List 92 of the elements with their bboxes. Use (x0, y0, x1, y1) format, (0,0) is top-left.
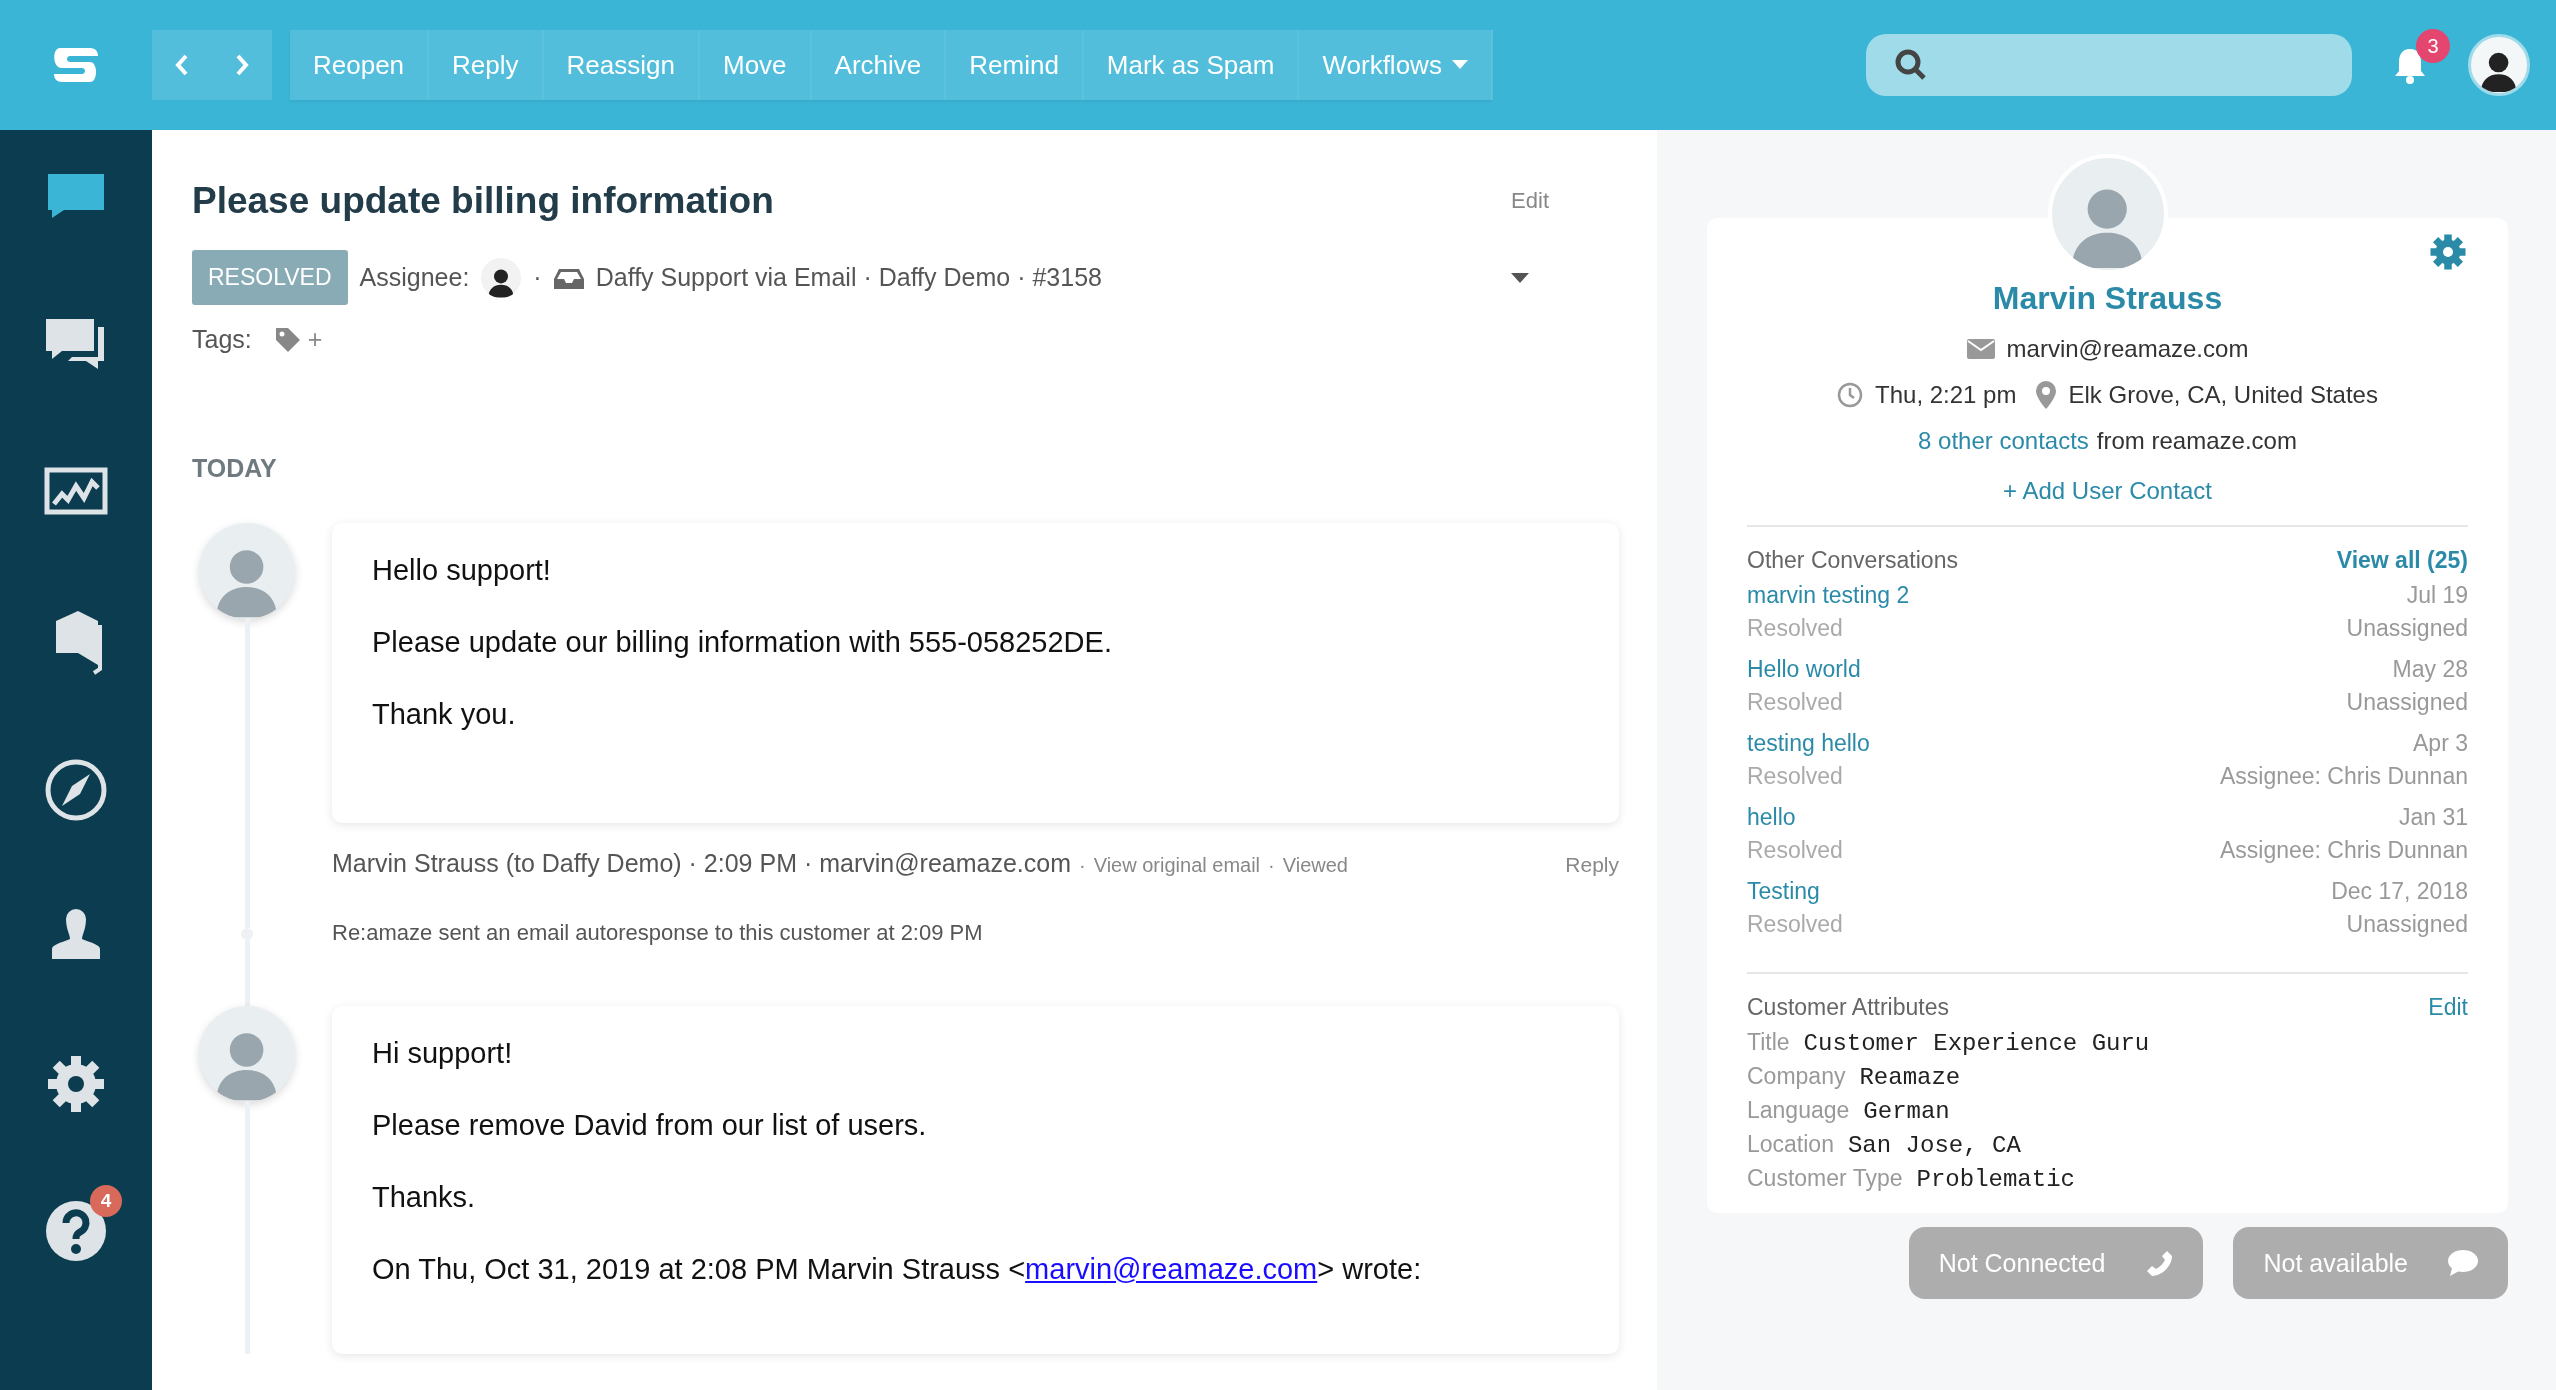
attribute-value: Problematic (1916, 1166, 2075, 1193)
message-text: Thanks. (372, 1180, 477, 1214)
caret-icon[interactable] (1511, 272, 1529, 283)
toolbar-button[interactable]: Mark as Spam (1083, 30, 1300, 100)
conversation-status: Resolved (1747, 615, 1844, 642)
conversation-assignee: Unassigned (2346, 689, 2468, 716)
message-text: Please remove David from our list of users. (372, 1108, 928, 1142)
toolbar-button[interactable]: Archive (811, 30, 947, 100)
workflows-dropdown[interactable]: Workflows (1299, 30, 1493, 100)
attribute-label: Language (1747, 1097, 1850, 1124)
call-status-button[interactable]: Not Connected (1908, 1227, 2204, 1299)
inbox-icon (553, 266, 584, 289)
message-text: Hi support! (372, 1036, 514, 1070)
phone-icon (2145, 1249, 2174, 1277)
conversation-link[interactable]: testing hello (1747, 730, 2220, 757)
edit-link[interactable]: Edit (2428, 994, 2468, 1021)
conversation-title: Please update billing information (192, 180, 774, 222)
conversation-status: Resolved (1747, 911, 1844, 938)
channel-info: Daffy Support via Email · Daffy Demo · #3158 (595, 263, 1102, 292)
clock-icon (1837, 382, 1864, 408)
separator-dot: · (1079, 854, 1086, 877)
customer-email: marvin@reamaze.com (2006, 335, 2249, 363)
conversation-status: Resolved (1747, 689, 1844, 716)
compass-icon-button[interactable] (44, 758, 108, 822)
search-icon (1894, 48, 1928, 82)
quote-line: On Thu, Oct 31, 2019 at 2:08 PM Marvin Strauss <marvin@reamaze.com> wrote: (372, 1252, 1423, 1286)
toolbar-button[interactable]: Remind (946, 30, 1084, 100)
conversation-assignee: Assignee: Chris Dunnan (2219, 763, 2468, 790)
conversation-assignee: Assignee: Chris Dunnan (2219, 837, 2468, 864)
attribute-label: Location (1747, 1131, 1834, 1158)
separator-dot: · (533, 263, 542, 292)
separator-dot: · (1268, 854, 1275, 877)
autoresponse-note: Re:amaze sent an email autoresponse to this customer at 2:09 PM (332, 919, 984, 947)
message-text: Hello support! (372, 553, 552, 587)
search-field[interactable] (1866, 34, 2352, 96)
reply-link[interactable]: Reply (1565, 853, 1619, 877)
conversation-link[interactable]: hello (1747, 804, 2220, 831)
conversation-assignee: Unassigned (2345, 911, 2468, 938)
settings-icon[interactable] (2428, 232, 2468, 272)
attribute-label: Title (1747, 1029, 1790, 1056)
edit-link[interactable]: Edit (1511, 188, 1549, 214)
local-time: Thu, 2:21 pm (1875, 381, 2017, 409)
status-badge[interactable]: RESOLVED (192, 250, 348, 305)
add-contact-link[interactable]: + Add User Contact (2003, 477, 2212, 505)
toolbar-button[interactable]: Reopen (290, 30, 430, 100)
conversation-link[interactable]: marvin testing 2 (1747, 582, 2347, 609)
message-text: Please update our billing information with 555-058252DE. (372, 625, 1113, 659)
other-contacts-link[interactable]: 8 other contacts (1918, 427, 2089, 455)
attribute-value: Reamaze (1859, 1064, 1961, 1091)
assignee-label: Assignee: (359, 263, 470, 292)
attribute-value: San Jose, CA (1847, 1132, 2021, 1159)
message-link[interactable]: View original email (1093, 854, 1261, 877)
toolbar-button[interactable]: Reply (429, 30, 544, 100)
chevron-left-icon (174, 53, 190, 77)
chevron-right-icon (234, 53, 250, 77)
conversation-date: Jan 31 (2397, 804, 2468, 831)
conversation-date: Jul 19 (2405, 582, 2468, 609)
message-link[interactable]: Viewed (1282, 854, 1348, 877)
toolbar-button[interactable]: Reassign (543, 30, 700, 100)
attribute-value: German (1863, 1098, 1950, 1125)
add-tag-button[interactable]: + (307, 325, 323, 354)
caret-icon (1451, 60, 1468, 70)
contacts-domain: from reamaze.com (2096, 427, 2297, 455)
conversation-assignee: Unassigned (2346, 615, 2468, 642)
section-heading: Other Conversations (1747, 547, 1958, 574)
view-all-link[interactable]: View all (25) (2336, 547, 2468, 574)
tag-icon[interactable] (273, 325, 302, 354)
speech-bubble-icon (2448, 1250, 2478, 1276)
tags-label: Tags: (192, 325, 252, 354)
message-text: Thank you. (372, 697, 517, 731)
location-pin-icon (2036, 381, 2057, 409)
section-heading: Customer Attributes (1747, 994, 1949, 1021)
customer-location: Elk Grove, CA, United States (2068, 381, 2378, 409)
attribute-label: Customer Type (1747, 1165, 1903, 1192)
attribute-value: Customer Experience Guru (1803, 1030, 2150, 1057)
message-meta: Marvin Strauss (to Daffy Demo) · 2:09 PM · marvin@reamaze.com (332, 849, 1071, 878)
help-badge: 4 (90, 1185, 122, 1217)
date-heading: TODAY (192, 454, 278, 483)
envelope-icon (1966, 339, 1995, 359)
conversation-link[interactable]: Testing (1747, 878, 2332, 905)
notification-badge: 3 (2416, 29, 2450, 63)
conversation-date: May 28 (2391, 656, 2468, 683)
email-link[interactable]: marvin@reamaze.com (1025, 1253, 1318, 1285)
attribute-label: Company (1747, 1063, 1846, 1090)
toolbar-button[interactable]: Move (699, 30, 812, 100)
conversation-status: Resolved (1747, 837, 1844, 864)
conversation-status: Resolved (1747, 763, 1844, 790)
chat-status-button[interactable]: Not available (2233, 1227, 2508, 1299)
conversation-date: Dec 17, 2018 (2331, 878, 2468, 905)
conversation-date: Apr 3 (2412, 730, 2468, 757)
conversation-link[interactable]: Hello world (1747, 656, 2347, 683)
customer-name: Marvin Strauss (1992, 280, 2223, 317)
